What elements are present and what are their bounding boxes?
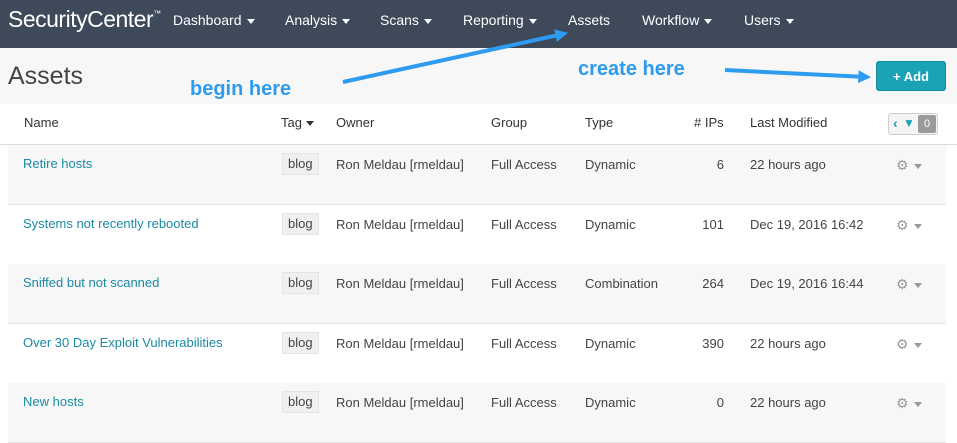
group-cell: Full Access: [491, 217, 557, 232]
nav-item-workflow[interactable]: Workflow: [642, 10, 713, 30]
chevron-down-icon: [528, 18, 537, 24]
chevron-down-icon: [913, 163, 922, 169]
owner-cell: Ron Meldau [rmeldau]: [336, 336, 464, 351]
logo-text: SecurityCenter: [8, 6, 154, 32]
last-modified-cell: 22 hours ago: [750, 157, 826, 172]
gear-icon: ⚙: [896, 336, 909, 352]
nav-label: Users: [744, 12, 781, 28]
row-actions-menu[interactable]: ⚙: [896, 217, 922, 234]
nav-label: Workflow: [642, 12, 700, 28]
filter-count-badge: 0: [918, 115, 936, 133]
last-modified-cell: Dec 19, 2016 16:44: [750, 276, 864, 291]
page-title: Assets: [8, 62, 84, 90]
tag-badge: blog: [282, 153, 319, 175]
chevron-down-icon: [913, 342, 922, 348]
column-header-tag[interactable]: Tag: [281, 115, 314, 130]
nav-item-dashboard[interactable]: Dashboard: [173, 10, 255, 30]
chevron-down-icon: [423, 18, 432, 24]
type-cell: Combination: [585, 276, 658, 291]
add-asset-button[interactable]: + Add: [876, 61, 946, 91]
nav-item-analysis[interactable]: Analysis: [285, 10, 351, 30]
top-navigation-bar: SecurityCenter™ Dashboard Analysis Scans…: [0, 0, 957, 48]
ip-count-cell: 264: [702, 276, 724, 291]
nav-label: Reporting: [463, 12, 524, 28]
row-actions-menu[interactable]: ⚙: [896, 336, 922, 353]
group-cell: Full Access: [491, 157, 557, 172]
chevron-down-icon: [342, 18, 351, 24]
chevron-down-icon: [704, 18, 713, 24]
owner-cell: Ron Meldau [rmeldau]: [336, 276, 464, 291]
ip-count-cell: 6: [716, 157, 724, 172]
filter-toggle[interactable]: ‹ ▼ 0: [888, 113, 938, 135]
chevron-down-icon: [785, 18, 794, 24]
app-logo[interactable]: SecurityCenter™: [8, 6, 161, 33]
nav-item-users[interactable]: Users: [744, 10, 794, 30]
asset-name-link[interactable]: Systems not recently rebooted: [23, 216, 199, 231]
table-row[interactable]: Over 30 Day Exploit Vulnerabilities blog…: [8, 324, 946, 384]
nav-item-scans[interactable]: Scans: [380, 10, 432, 30]
column-header-owner[interactable]: Owner: [336, 115, 374, 130]
nav-item-assets[interactable]: Assets: [568, 10, 610, 30]
row-actions-menu[interactable]: ⚙: [896, 157, 922, 174]
chevron-down-icon: [246, 18, 255, 24]
type-cell: Dynamic: [585, 336, 636, 351]
nav-item-reporting[interactable]: Reporting: [463, 10, 537, 30]
asset-name-link[interactable]: Over 30 Day Exploit Vulnerabilities: [23, 335, 223, 350]
tag-badge: blog: [282, 391, 319, 413]
type-cell: Dynamic: [585, 217, 636, 232]
page-header: Assets + Add: [0, 48, 957, 105]
nav-label: Scans: [380, 12, 419, 28]
table-row[interactable]: Systems not recently rebooted blog Ron M…: [8, 205, 946, 265]
table-row[interactable]: Retire hosts blog Ron Meldau [rmeldau] F…: [8, 145, 946, 205]
trademark-mark: ™: [153, 9, 161, 18]
row-actions-menu[interactable]: ⚙: [896, 395, 922, 412]
gear-icon: ⚙: [896, 395, 909, 411]
tag-badge: blog: [282, 332, 319, 354]
nav-label: Assets: [568, 12, 611, 28]
chevron-down-icon: [913, 223, 922, 229]
group-cell: Full Access: [491, 395, 557, 410]
asset-name-link[interactable]: New hosts: [23, 394, 84, 409]
chevron-down-icon: [913, 282, 922, 288]
gear-icon: ⚙: [896, 276, 909, 292]
ip-count-cell: 0: [716, 395, 724, 410]
table-row[interactable]: New hosts blog Ron Meldau [rmeldau] Full…: [8, 383, 946, 443]
chevron-left-icon: ‹: [893, 115, 898, 131]
type-cell: Dynamic: [585, 395, 636, 410]
type-cell: Dynamic: [585, 157, 636, 172]
tag-badge: blog: [282, 272, 319, 294]
table-header: Name Tag Owner Group Type # IPs Last Mod…: [0, 104, 957, 145]
last-modified-cell: 22 hours ago: [750, 336, 826, 351]
chevron-down-icon: [913, 401, 922, 407]
filter-icon: ▼: [903, 116, 915, 130]
group-cell: Full Access: [491, 336, 557, 351]
gear-icon: ⚙: [896, 157, 909, 173]
column-header-type[interactable]: Type: [585, 115, 613, 130]
asset-name-link[interactable]: Retire hosts: [23, 156, 92, 171]
tag-badge: blog: [282, 213, 319, 235]
group-cell: Full Access: [491, 276, 557, 291]
nav-label: Analysis: [285, 12, 338, 28]
annotation-begin-here: begin here: [190, 78, 292, 100]
row-actions-menu[interactable]: ⚙: [896, 276, 922, 293]
gear-icon: ⚙: [896, 217, 909, 233]
ip-count-cell: 390: [702, 336, 724, 351]
ip-count-cell: 101: [702, 217, 724, 232]
column-header-ips[interactable]: # IPs: [694, 115, 724, 130]
column-header-name[interactable]: Name: [24, 115, 59, 130]
column-header-last-modified[interactable]: Last Modified: [750, 115, 827, 130]
table-row[interactable]: Sniffed but not scanned blog Ron Meldau …: [8, 264, 946, 324]
annotation-create-here: create here: [578, 58, 685, 80]
chevron-down-icon: [305, 121, 314, 127]
nav-label: Dashboard: [173, 12, 242, 28]
last-modified-cell: 22 hours ago: [750, 395, 826, 410]
column-header-group[interactable]: Group: [491, 115, 527, 130]
last-modified-cell: Dec 19, 2016 16:42: [750, 217, 864, 232]
owner-cell: Ron Meldau [rmeldau]: [336, 217, 464, 232]
owner-cell: Ron Meldau [rmeldau]: [336, 395, 464, 410]
owner-cell: Ron Meldau [rmeldau]: [336, 157, 464, 172]
asset-name-link[interactable]: Sniffed but not scanned: [23, 275, 159, 290]
column-header-label: Tag: [281, 115, 302, 130]
